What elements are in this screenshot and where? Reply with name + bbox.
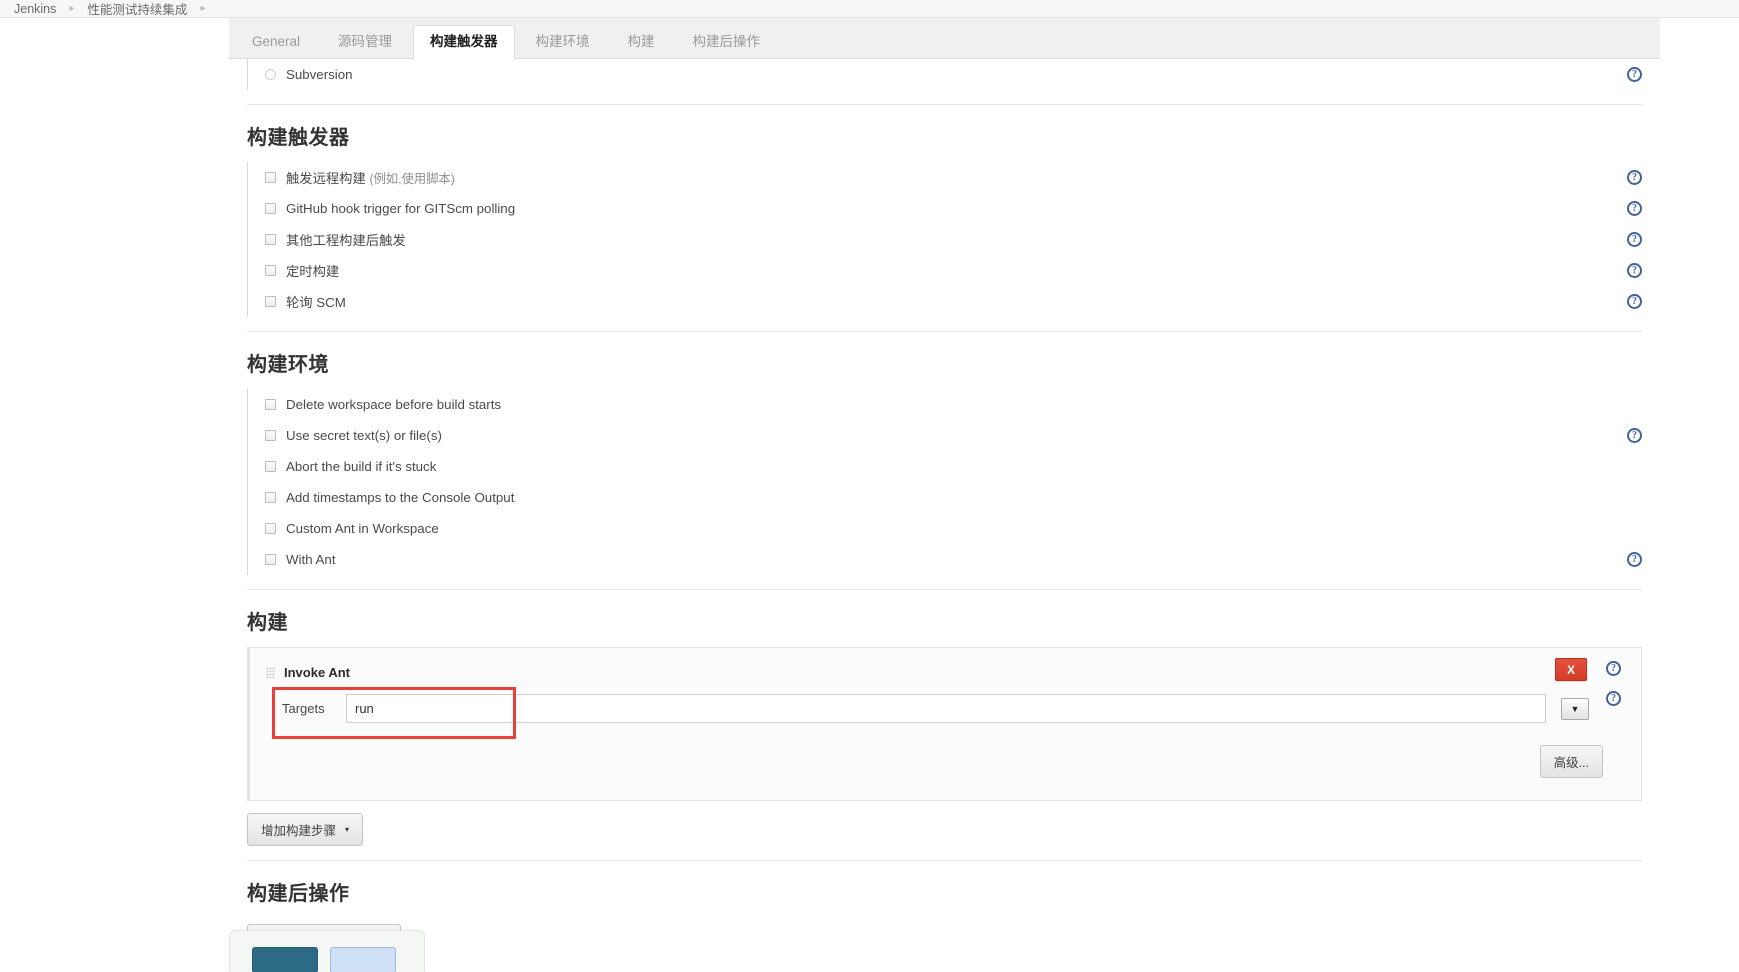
env-add-timestamps-label: Add timestamps to the Console Output [286, 490, 515, 505]
targets-label: Targets [282, 701, 325, 716]
advanced-button-wrap: 高级... [250, 745, 1641, 778]
help-icon[interactable]: ? [1627, 263, 1642, 278]
tab-general[interactable]: General [235, 25, 317, 59]
tab-source-code-management[interactable]: 源码管理 [321, 25, 409, 59]
checkbox-icon[interactable] [265, 554, 276, 565]
add-post-build-step-wrap: 增加构建后操作步骤 ▾ [229, 918, 1660, 957]
build-step-header: Invoke Ant [250, 662, 1641, 682]
section-title-post-build: 构建后操作 [247, 883, 350, 905]
add-build-step-label: 增加构建步骤 [261, 824, 337, 838]
trigger-build-periodically-label: 定时构建 [286, 264, 340, 279]
help-icon[interactable]: ? [1627, 232, 1642, 247]
env-use-secret-label: Use secret text(s) or file(s) [286, 428, 442, 443]
breadcrumb-item-project[interactable]: 性能测试持续集成 [87, 0, 187, 18]
checkbox-icon[interactable] [265, 203, 276, 214]
help-icon[interactable]: ? [1627, 67, 1642, 82]
tab-build[interactable]: 构建 [611, 25, 672, 59]
checkbox-icon[interactable] [265, 265, 276, 276]
build-triggers-group: 触发远程构建 (例如,使用脚本) ? GitHub hook trigger f… [247, 162, 1660, 317]
save-button[interactable] [252, 947, 318, 972]
help-icon[interactable]: ? [1627, 552, 1642, 567]
form-action-bar [229, 930, 425, 972]
radio-icon[interactable] [265, 69, 276, 80]
breadcrumb: Jenkins ▸ 性能测试持续集成 ▸ [0, 0, 1739, 18]
config-content: Subversion ? 构建触发器 触发远程构建 (例如,使用脚本) ? Gi… [229, 59, 1660, 957]
checkbox-icon[interactable] [265, 430, 276, 441]
trigger-build-periodically[interactable]: 定时构建 ? [248, 255, 1660, 286]
trigger-poll-scm[interactable]: 轮询 SCM ? [248, 286, 1660, 317]
add-build-step-wrap: 增加构建步骤 ▾ [229, 801, 1660, 846]
env-custom-ant[interactable]: Custom Ant in Workspace [248, 513, 1660, 544]
env-delete-workspace[interactable]: Delete workspace before build starts [248, 389, 1660, 420]
config-tab-bar: General 源码管理 构建触发器 构建环境 构建 构建后操作 [229, 18, 1660, 60]
tab-build-triggers[interactable]: 构建触发器 [413, 25, 515, 60]
trigger-github-hook-label: GitHub hook trigger for GITScm polling [286, 201, 516, 216]
page-body: General 源码管理 构建触发器 构建环境 构建 构建后操作 Subvers… [0, 18, 1739, 972]
trigger-after-other-projects-label: 其他工程构建后触发 [286, 233, 406, 248]
section-title-build-environment: 构建环境 [247, 354, 329, 376]
tab-post-build-actions[interactable]: 构建后操作 [676, 25, 778, 59]
env-use-secret[interactable]: Use secret text(s) or file(s) ? [248, 420, 1660, 451]
trigger-remote-build[interactable]: 触发远程构建 (例如,使用脚本) ? [248, 162, 1660, 193]
chevron-down-icon: ▾ [345, 825, 350, 834]
env-with-ant-label: With Ant [286, 552, 336, 567]
breadcrumb-separator-icon: ▸ [69, 3, 75, 14]
env-abort-stuck[interactable]: Abort the build if it's stuck [248, 451, 1660, 482]
trigger-github-hook[interactable]: GitHub hook trigger for GITScm polling ? [248, 193, 1660, 224]
help-icon[interactable]: ? [1627, 294, 1642, 309]
tab-build-environment[interactable]: 构建环境 [519, 25, 607, 59]
checkbox-icon[interactable] [265, 399, 276, 410]
env-with-ant[interactable]: With Ant ? [248, 544, 1660, 575]
env-abort-stuck-label: Abort the build if it's stuck [286, 459, 437, 474]
trigger-poll-scm-label: 轮询 SCM [286, 295, 346, 310]
checkbox-icon[interactable] [265, 234, 276, 245]
add-build-step-button[interactable]: 增加构建步骤 ▾ [247, 813, 364, 846]
apply-button[interactable] [330, 947, 396, 972]
targets-dropdown-button[interactable]: ▼ [1561, 697, 1589, 720]
section-title-build-triggers: 构建触发器 [247, 127, 350, 149]
delete-build-step-button[interactable]: X [1555, 658, 1587, 681]
advanced-button[interactable]: 高级... [1539, 745, 1603, 778]
checkbox-icon[interactable] [265, 492, 276, 503]
checkbox-icon[interactable] [265, 172, 276, 183]
trigger-remote-build-note: (例如,使用脚本) [369, 172, 455, 186]
breadcrumb-dropdown-icon[interactable]: ▸ [200, 3, 205, 14]
build-environment-group: Delete workspace before build starts Use… [247, 389, 1660, 575]
checkbox-icon[interactable] [265, 461, 276, 472]
build-step-title: Invoke Ant [284, 664, 350, 680]
trigger-remote-build-label: 触发远程构建 (例如,使用脚本) [286, 168, 455, 187]
help-icon[interactable]: ? [1627, 201, 1642, 216]
jenkins-job-config-page: Jenkins ▸ 性能测试持续集成 ▸ General 源码管理 构建触发器 … [0, 0, 1739, 972]
env-delete-workspace-label: Delete workspace before build starts [286, 397, 502, 412]
targets-field-row: Targets ▼ [250, 687, 1641, 739]
env-custom-ant-label: Custom Ant in Workspace [286, 521, 439, 536]
section-title-build: 构建 [247, 612, 288, 634]
trigger-after-other-projects[interactable]: 其他工程构建后触发 ? [248, 224, 1660, 255]
scm-option-subversion[interactable]: Subversion ? [248, 59, 1660, 90]
targets-input[interactable] [346, 694, 1546, 723]
build-step-invoke-ant: Invoke Ant X ? ? Targets ▼ 高级... [247, 647, 1642, 801]
trigger-remote-build-main: 触发远程构建 [286, 171, 366, 186]
scm-option-label: Subversion [286, 67, 353, 82]
help-icon[interactable]: ? [1606, 661, 1621, 676]
scm-options-group: Subversion ? [247, 59, 1660, 90]
help-icon[interactable]: ? [1627, 428, 1642, 443]
checkbox-icon[interactable] [265, 523, 276, 534]
env-add-timestamps[interactable]: Add timestamps to the Console Output [248, 482, 1660, 513]
help-icon[interactable]: ? [1627, 170, 1642, 185]
breadcrumb-item-jenkins[interactable]: Jenkins [14, 2, 56, 16]
drag-handle-icon[interactable] [266, 666, 275, 678]
checkbox-icon[interactable] [265, 296, 276, 307]
